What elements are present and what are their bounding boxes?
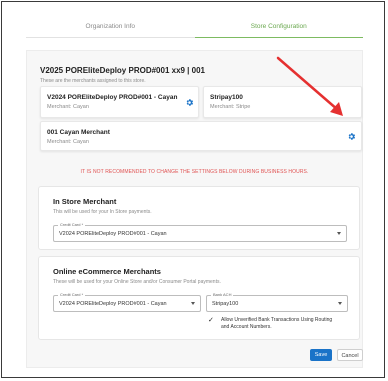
gear-icon[interactable] bbox=[347, 132, 356, 141]
merchant-card-name: 001 Cayan Merchant bbox=[47, 129, 110, 136]
checkmark-icon: ✓ bbox=[208, 317, 214, 324]
tab-bar: Organization Info Store Configuration bbox=[26, 18, 363, 38]
bank-ach-select[interactable]: Bank ACH Stripay100 bbox=[206, 292, 348, 312]
unverified-bank-checkbox-label-line2: and Account Numbers. bbox=[221, 323, 272, 330]
merchant-card-type: Merchant: Cayan bbox=[47, 104, 89, 110]
unverified-bank-checkbox[interactable]: ✓ Allow Unverified Bank Transactions Usi… bbox=[208, 317, 333, 330]
in-store-merchant-section: In Store Merchant This will be used for … bbox=[38, 186, 360, 250]
merchant-card: V2024 POREliteDeploy PROD#001 - Cayan Me… bbox=[40, 86, 199, 118]
bank-ach-value: Stripay100 bbox=[212, 301, 239, 307]
save-button[interactable]: Save bbox=[310, 349, 332, 361]
online-title: Online eCommerce Merchants bbox=[53, 267, 161, 276]
merchant-card-name: V2024 POREliteDeploy PROD#001 - Cayan bbox=[47, 94, 178, 101]
tab-store-configuration[interactable]: Store Configuration bbox=[194, 18, 363, 38]
store-title: V2025 POREliteDeploy PROD#001 xx9 | 001 bbox=[40, 66, 205, 75]
online-ecommerce-section: Online eCommerce Merchants These will be… bbox=[38, 256, 360, 340]
gear-icon[interactable] bbox=[185, 98, 194, 107]
merchant-card: Stripay100 Merchant: Stripe bbox=[203, 86, 362, 118]
merchant-card-name: Stripay100 bbox=[210, 94, 243, 101]
in-store-credit-card-value: V2024 POREliteDeploy PROD#001 - Cayan bbox=[59, 231, 167, 237]
business-hours-warning: IT IS NOT RECOMMENDED TO CHANGE THE SETT… bbox=[80, 169, 309, 175]
in-store-credit-card-select[interactable]: Credit Card * V2024 POREliteDeploy PROD#… bbox=[53, 222, 347, 242]
cancel-button[interactable]: Cancel bbox=[337, 349, 363, 361]
in-store-title: In Store Merchant bbox=[53, 197, 117, 206]
store-subtitle: These are the merchants assigned to this… bbox=[40, 78, 146, 84]
in-store-credit-card-label: Credit Card * bbox=[58, 222, 86, 227]
tab-organization-info[interactable]: Organization Info bbox=[26, 18, 195, 38]
merchant-card: 001 Cayan Merchant Merchant: Cayan bbox=[40, 121, 362, 151]
merchant-card-type: Merchant: Stripe bbox=[210, 104, 251, 110]
chevron-down-icon bbox=[338, 302, 342, 305]
bank-ach-label: Bank ACH bbox=[211, 292, 234, 297]
online-credit-card-label: Credit Card * bbox=[58, 292, 86, 297]
online-subtitle: These will be used for your Online Store… bbox=[53, 279, 221, 285]
unverified-bank-checkbox-label-line1: Allow Unverified Bank Transactions Using… bbox=[221, 317, 333, 323]
chevron-down-icon bbox=[337, 232, 341, 235]
online-credit-card-select[interactable]: Credit Card * V2024 POREliteDeploy PROD#… bbox=[53, 292, 201, 312]
in-store-subtitle: This will be used for your In Store paym… bbox=[53, 209, 152, 215]
online-credit-card-value: V2024 POREliteDeploy PROD#001 - Cayan bbox=[59, 301, 167, 307]
chevron-down-icon bbox=[191, 302, 195, 305]
merchant-card-type: Merchant: Cayan bbox=[47, 139, 89, 145]
